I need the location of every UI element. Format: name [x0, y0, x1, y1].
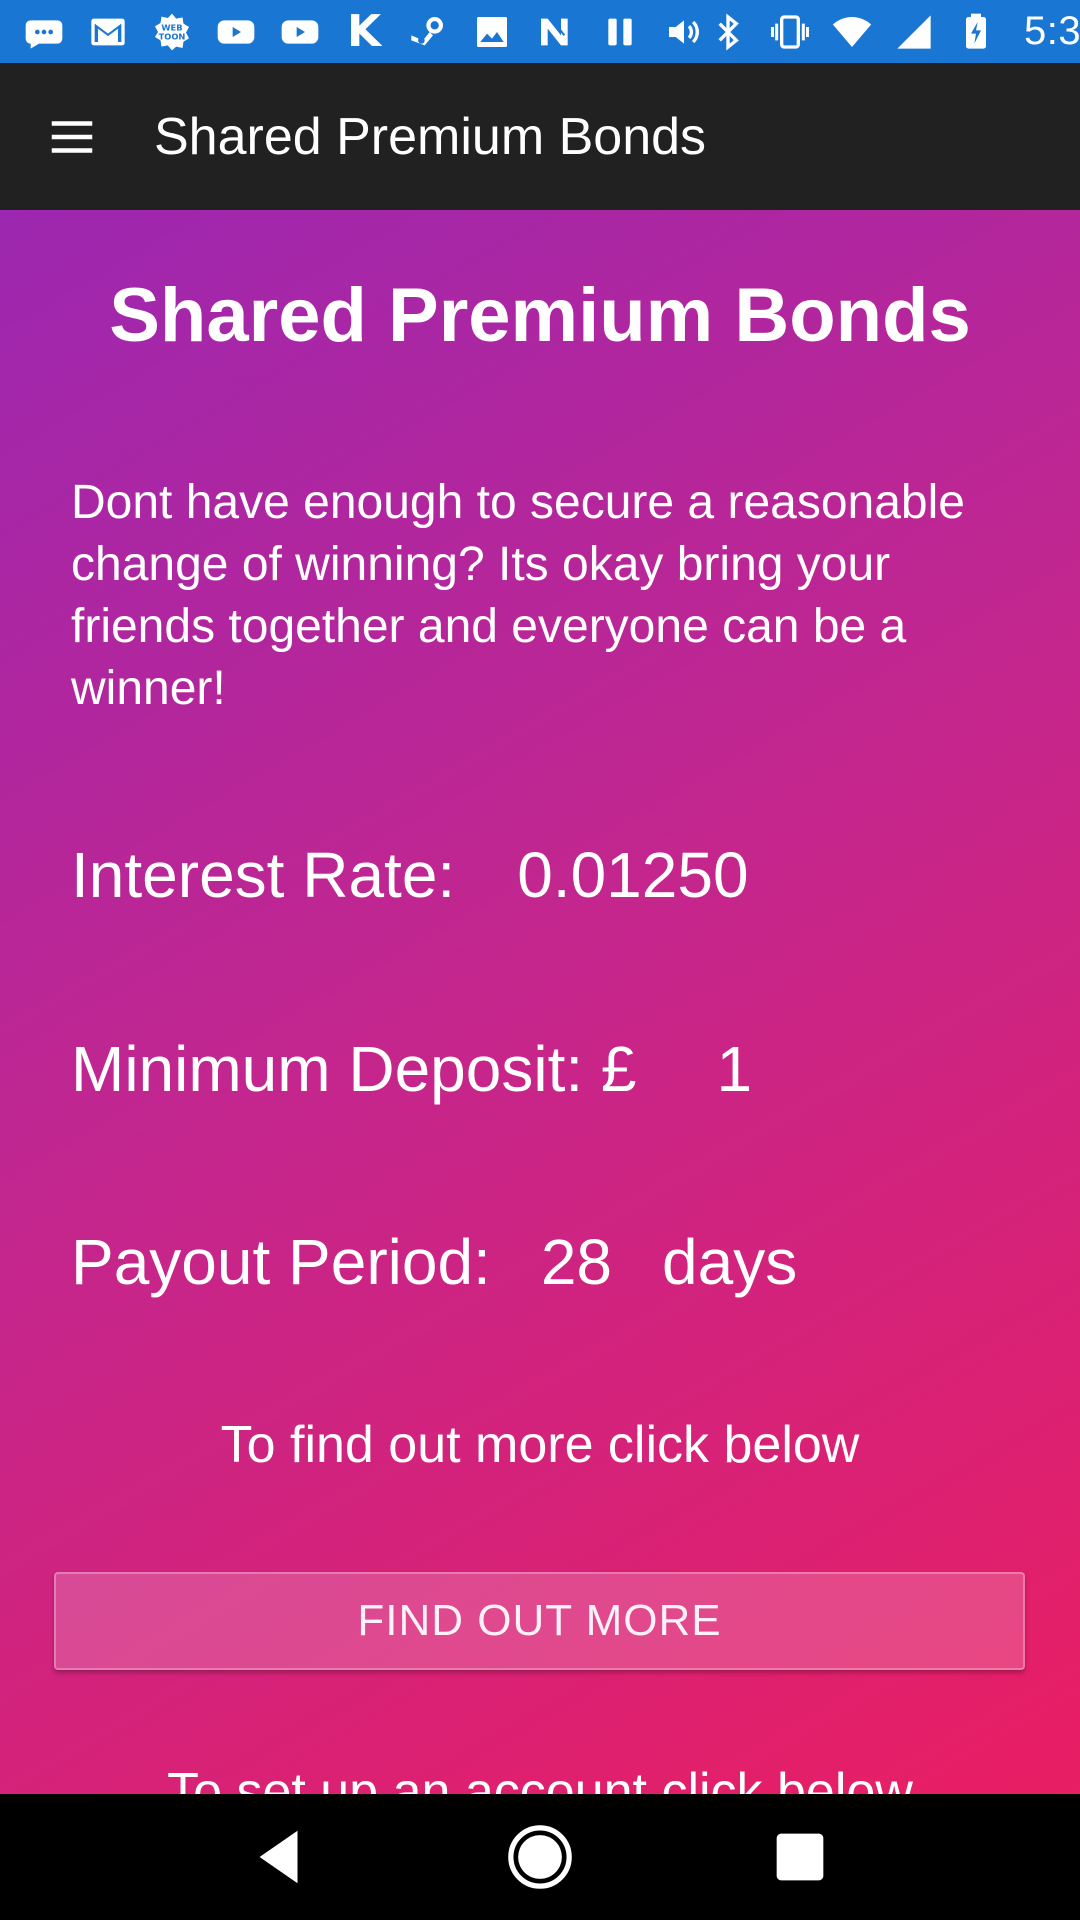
menu-button[interactable]: [36, 101, 108, 173]
minimum-deposit-label: Minimum Deposit: £: [71, 1033, 637, 1105]
youtube-icon: [214, 12, 258, 52]
minimum-deposit-value: 1: [716, 1033, 753, 1105]
recents-button[interactable]: [755, 1812, 845, 1902]
payout-period-value: 28: [540, 1226, 612, 1298]
battery-charging-icon: [954, 12, 998, 52]
svg-text:TOON: TOON: [159, 31, 186, 41]
intro-text: Dont have enough to secure a reasonable …: [71, 476, 965, 715]
home-icon: [508, 1825, 572, 1889]
navigation-bar: [0, 1794, 1080, 1920]
youtube-icon: [278, 12, 322, 52]
pause-icon: [598, 12, 642, 52]
menu-icon: [51, 120, 93, 153]
main-content[interactable]: Shared Premium Bonds Dont have enough to…: [0, 210, 1080, 1794]
payout-period-label: Payout Period:: [71, 1226, 491, 1298]
back-icon: [259, 1830, 298, 1884]
set-up-account-prompt: To set up an account click below: [167, 1763, 913, 1794]
find-out-more-button[interactable]: FIND OUT MORE: [54, 1572, 1025, 1670]
webtoon-icon: WEB TOON: [150, 12, 194, 52]
clock: 5:38: [1024, 9, 1080, 53]
volume-icon: [662, 12, 706, 52]
wifi-icon: [830, 12, 874, 52]
notification-icons: WEB TOON K: [22, 5, 706, 57]
interest-rate-row: Interest Rate: 0.01250: [71, 838, 749, 912]
signal-icon: [892, 12, 936, 52]
status-bar: WEB TOON K 5:3: [0, 0, 1080, 63]
interest-rate-label: Interest Rate:: [71, 839, 456, 911]
app-bar: Shared Premium Bonds: [0, 63, 1080, 210]
bluetooth-icon: [706, 12, 750, 52]
steam-icon: [406, 12, 450, 52]
vibrate-icon: [768, 12, 812, 52]
find-out-more-prompt: To find out more click below: [220, 1416, 860, 1474]
chat-icon: [22, 12, 66, 52]
gmail-icon: [86, 12, 130, 52]
image-icon: [470, 12, 514, 52]
payout-period-row: Payout Period: 28 days: [71, 1225, 797, 1299]
minimum-deposit-row: Minimum Deposit: £ 1: [71, 1032, 752, 1106]
page-title: Shared Premium Bonds: [109, 273, 971, 358]
interest-rate-value: 0.01250: [517, 839, 749, 911]
k-icon: K: [346, 5, 382, 57]
system-icons: 5:38: [706, 9, 1080, 54]
payout-period-unit: days: [662, 1226, 798, 1298]
app-bar-title: Shared Premium Bonds: [154, 107, 707, 166]
home-button[interactable]: [495, 1812, 585, 1902]
recents-icon: [776, 1833, 824, 1881]
back-button[interactable]: [235, 1812, 325, 1902]
n-icon: [534, 12, 578, 52]
